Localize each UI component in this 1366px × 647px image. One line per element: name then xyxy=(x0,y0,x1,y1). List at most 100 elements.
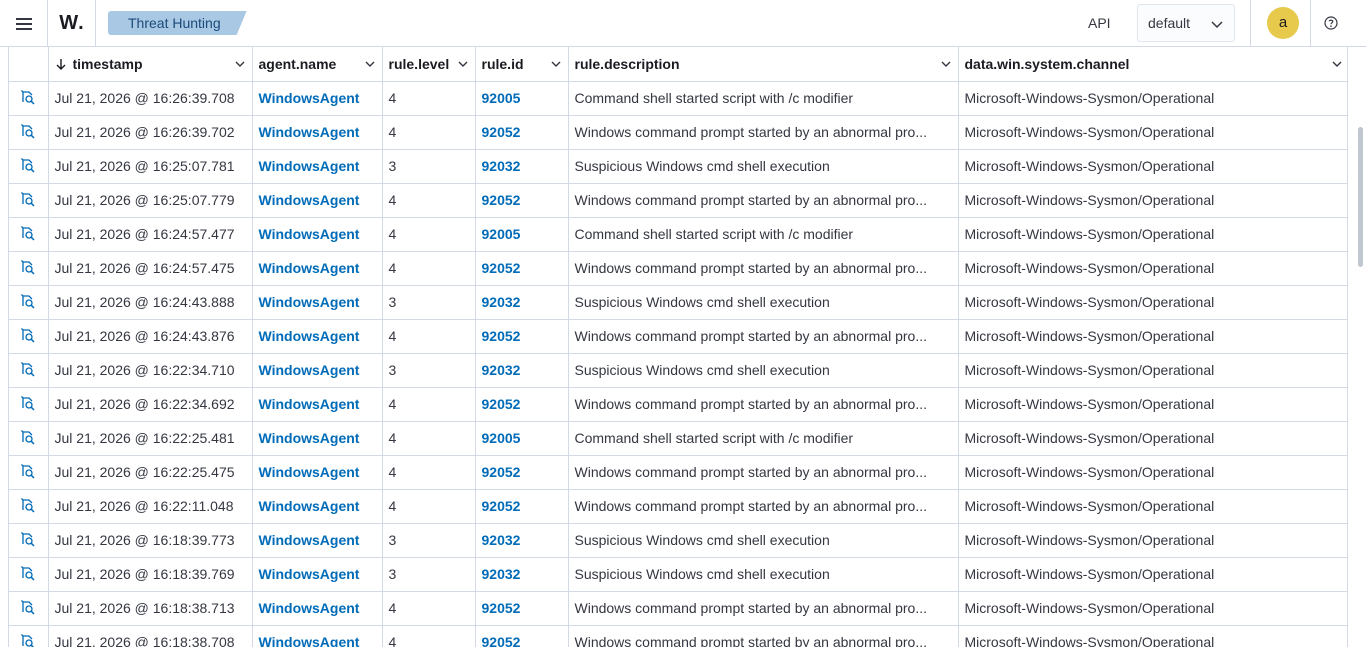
rule-id-link[interactable]: 92032 xyxy=(475,353,569,388)
table-row[interactable]: Jul 21, 2026 @ 16:18:39.769 WindowsAgent… xyxy=(9,557,1347,592)
app-logo[interactable]: W. xyxy=(48,0,96,47)
inspect-document-icon[interactable] xyxy=(20,293,36,309)
inspect-cell[interactable] xyxy=(9,353,49,388)
inspect-cell[interactable] xyxy=(9,387,49,422)
inspect-document-icon[interactable] xyxy=(20,191,36,207)
agent-name-link[interactable]: WindowsAgent xyxy=(252,353,383,388)
agent-name-link[interactable]: WindowsAgent xyxy=(252,251,383,286)
rule-id-link[interactable]: 92052 xyxy=(475,455,569,490)
rule-id-link[interactable]: 92005 xyxy=(475,81,569,116)
table-row[interactable]: Jul 21, 2026 @ 16:24:57.477 WindowsAgent… xyxy=(9,217,1347,252)
inspect-cell[interactable] xyxy=(9,625,49,647)
chevron-down-icon[interactable] xyxy=(1331,58,1343,70)
table-row[interactable]: Jul 21, 2026 @ 16:18:38.708 WindowsAgent… xyxy=(9,625,1347,647)
table-row[interactable]: Jul 21, 2026 @ 16:25:07.779 WindowsAgent… xyxy=(9,183,1347,218)
inspect-document-icon[interactable] xyxy=(20,327,36,343)
rule-id-link[interactable]: 92032 xyxy=(475,149,569,184)
table-row[interactable]: Jul 21, 2026 @ 16:24:43.876 WindowsAgent… xyxy=(9,319,1347,354)
agent-name-link[interactable]: WindowsAgent xyxy=(252,557,383,592)
chevron-down-icon[interactable] xyxy=(550,58,562,70)
help-button[interactable] xyxy=(1319,12,1343,34)
tenant-select[interactable]: default xyxy=(1137,4,1235,42)
scrollbar-thumb[interactable] xyxy=(1358,127,1363,267)
table-row[interactable]: Jul 21, 2026 @ 16:24:57.475 WindowsAgent… xyxy=(9,251,1347,286)
table-row[interactable]: Jul 21, 2026 @ 16:22:25.481 WindowsAgent… xyxy=(9,421,1347,456)
table-row[interactable]: Jul 21, 2026 @ 16:25:07.781 WindowsAgent… xyxy=(9,149,1347,184)
inspect-document-icon[interactable] xyxy=(20,565,36,581)
rule-id-link[interactable]: 92032 xyxy=(475,523,569,558)
inspect-document-icon[interactable] xyxy=(20,599,36,615)
table-row[interactable]: Jul 21, 2026 @ 16:26:39.708 WindowsAgent… xyxy=(9,81,1347,116)
menu-button[interactable] xyxy=(0,0,48,47)
user-avatar[interactable]: a xyxy=(1267,7,1299,39)
agent-name-link[interactable]: WindowsAgent xyxy=(252,625,383,647)
table-row[interactable]: Jul 21, 2026 @ 16:18:38.713 WindowsAgent… xyxy=(9,591,1347,626)
inspect-cell[interactable] xyxy=(9,285,49,320)
table-row[interactable]: Jul 21, 2026 @ 16:22:34.692 WindowsAgent… xyxy=(9,387,1347,422)
inspect-document-icon[interactable] xyxy=(20,497,36,513)
rule-id-link[interactable]: 92052 xyxy=(475,625,569,647)
inspect-document-icon[interactable] xyxy=(20,225,36,241)
inspect-document-icon[interactable] xyxy=(20,429,36,445)
table-row[interactable]: Jul 21, 2026 @ 16:18:39.773 WindowsAgent… xyxy=(9,523,1347,558)
rule-id-link[interactable]: 92005 xyxy=(475,217,569,252)
column-header-timestamp[interactable]: timestamp xyxy=(48,47,253,82)
table-row[interactable]: Jul 21, 2026 @ 16:26:39.702 WindowsAgent… xyxy=(9,115,1347,150)
inspect-cell[interactable] xyxy=(9,557,49,592)
inspect-document-icon[interactable] xyxy=(20,157,36,173)
inspect-cell[interactable] xyxy=(9,217,49,252)
rule-id-link[interactable]: 92005 xyxy=(475,421,569,456)
chevron-down-icon[interactable] xyxy=(457,58,469,70)
vertical-scrollbar[interactable] xyxy=(1355,47,1366,647)
inspect-cell[interactable] xyxy=(9,489,49,524)
column-header-rule-id[interactable]: rule.id xyxy=(475,47,569,82)
inspect-document-icon[interactable] xyxy=(20,89,36,105)
rule-id-link[interactable]: 92052 xyxy=(475,591,569,626)
agent-name-link[interactable]: WindowsAgent xyxy=(252,319,383,354)
agent-name-link[interactable]: WindowsAgent xyxy=(252,285,383,320)
table-row[interactable]: Jul 21, 2026 @ 16:22:34.710 WindowsAgent… xyxy=(9,353,1347,388)
inspect-cell[interactable] xyxy=(9,319,49,354)
inspect-cell[interactable] xyxy=(9,455,49,490)
inspect-document-icon[interactable] xyxy=(20,531,36,547)
agent-name-link[interactable]: WindowsAgent xyxy=(252,115,383,150)
agent-name-link[interactable]: WindowsAgent xyxy=(252,489,383,524)
inspect-document-icon[interactable] xyxy=(20,633,36,647)
column-header-rule-description[interactable]: rule.description xyxy=(568,47,959,82)
agent-name-link[interactable]: WindowsAgent xyxy=(252,523,383,558)
sort-descending-icon[interactable] xyxy=(55,58,67,70)
agent-name-link[interactable]: WindowsAgent xyxy=(252,591,383,626)
inspect-cell[interactable] xyxy=(9,523,49,558)
inspect-document-icon[interactable] xyxy=(20,361,36,377)
table-row[interactable]: Jul 21, 2026 @ 16:22:11.048 WindowsAgent… xyxy=(9,489,1347,524)
table-row[interactable]: Jul 21, 2026 @ 16:22:25.475 WindowsAgent… xyxy=(9,455,1347,490)
agent-name-link[interactable]: WindowsAgent xyxy=(252,81,383,116)
inspect-cell[interactable] xyxy=(9,183,49,218)
agent-name-link[interactable]: WindowsAgent xyxy=(252,149,383,184)
inspect-document-icon[interactable] xyxy=(20,259,36,275)
column-header-rule-level[interactable]: rule.level xyxy=(382,47,476,82)
chevron-down-icon[interactable] xyxy=(364,58,376,70)
inspect-cell[interactable] xyxy=(9,149,49,184)
table-row[interactable]: Jul 21, 2026 @ 16:24:43.888 WindowsAgent… xyxy=(9,285,1347,320)
agent-name-link[interactable]: WindowsAgent xyxy=(252,455,383,490)
breadcrumb[interactable]: Threat Hunting xyxy=(108,11,247,35)
rule-id-link[interactable]: 92052 xyxy=(475,319,569,354)
inspect-document-icon[interactable] xyxy=(20,395,36,411)
agent-name-link[interactable]: WindowsAgent xyxy=(252,387,383,422)
agent-name-link[interactable]: WindowsAgent xyxy=(252,183,383,218)
agent-name-link[interactable]: WindowsAgent xyxy=(252,421,383,456)
chevron-down-icon[interactable] xyxy=(940,58,952,70)
column-header-agent-name[interactable]: agent.name xyxy=(252,47,383,82)
inspect-cell[interactable] xyxy=(9,591,49,626)
rule-id-link[interactable]: 92052 xyxy=(475,251,569,286)
rule-id-link[interactable]: 92032 xyxy=(475,285,569,320)
inspect-cell[interactable] xyxy=(9,115,49,150)
column-header-channel[interactable]: data.win.system.channel xyxy=(958,47,1347,82)
agent-name-link[interactable]: WindowsAgent xyxy=(252,217,383,252)
inspect-document-icon[interactable] xyxy=(20,123,36,139)
api-link[interactable]: API xyxy=(1088,0,1111,47)
rule-id-link[interactable]: 92052 xyxy=(475,115,569,150)
rule-id-link[interactable]: 92052 xyxy=(475,183,569,218)
inspect-document-icon[interactable] xyxy=(20,463,36,479)
